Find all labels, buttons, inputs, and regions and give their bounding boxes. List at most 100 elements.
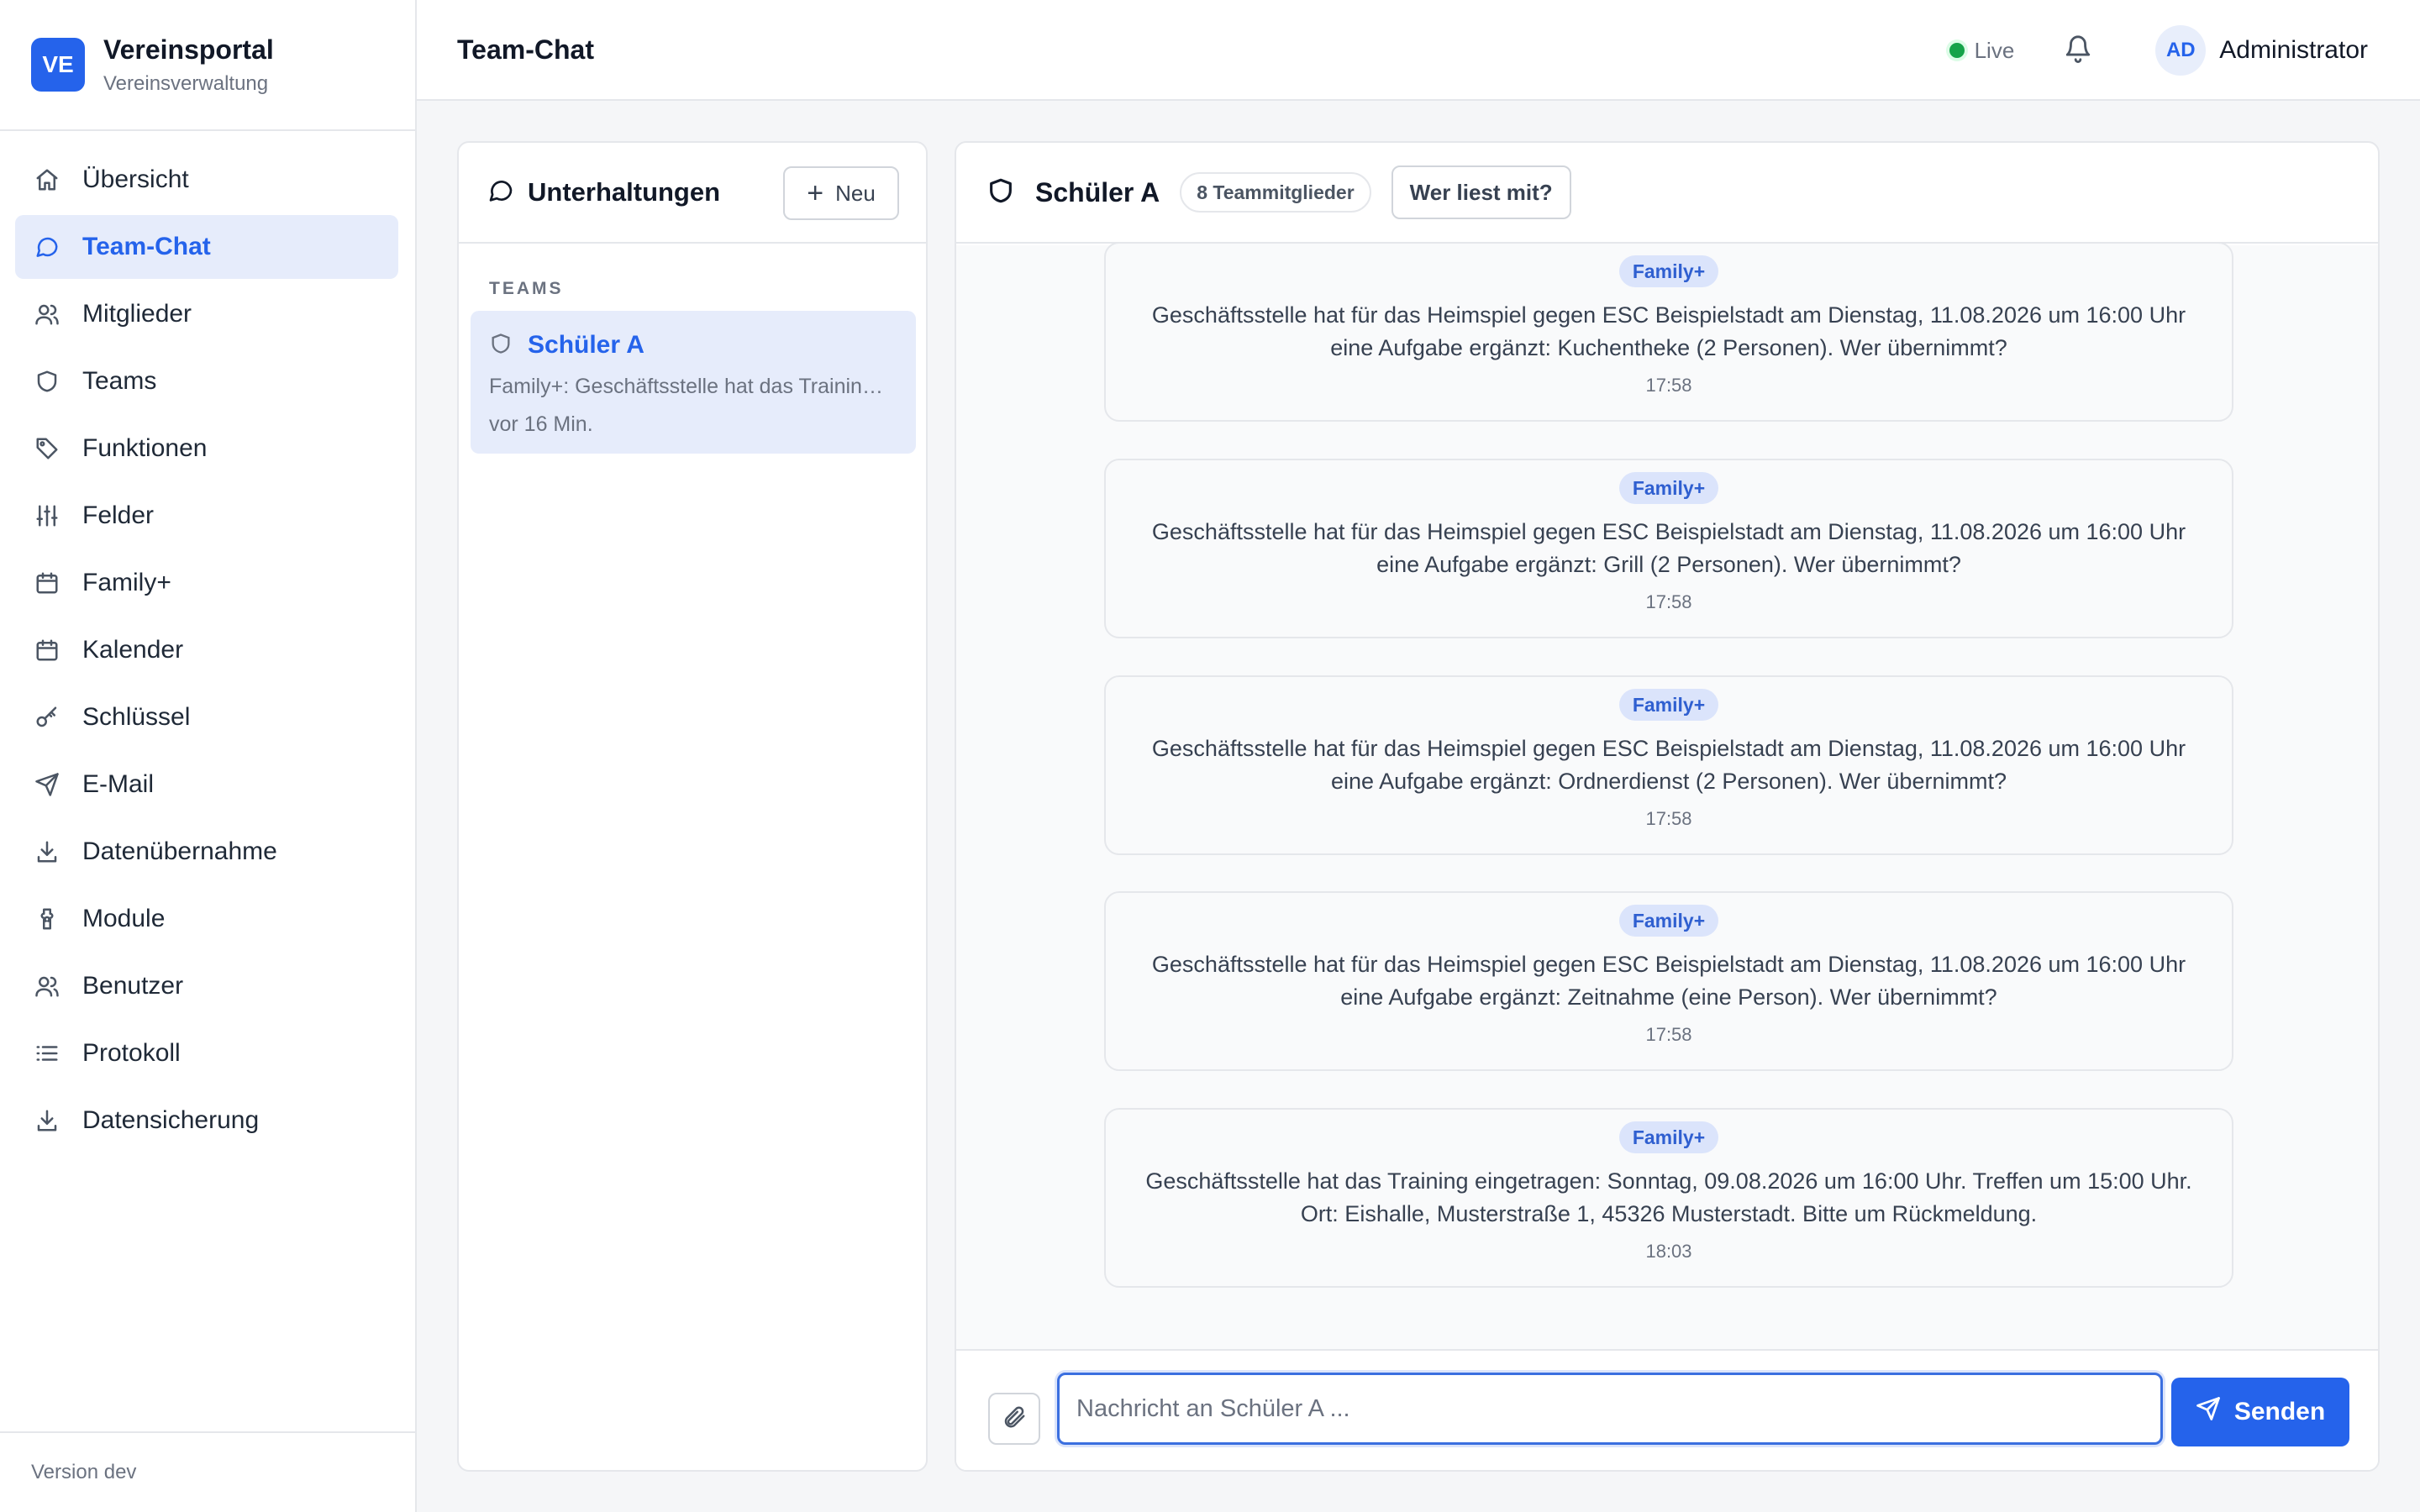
brand-title[interactable]: Vereinsportal <box>103 34 274 66</box>
shield-icon <box>986 176 1015 209</box>
sidebar-item-label: Funktionen <box>82 434 208 462</box>
message-item: Family+ Geschäftsstelle hat für das Heim… <box>1104 891 2233 1071</box>
conversation-item[interactable]: Schüler A Family+: Geschäftsstelle hat d… <box>471 311 916 454</box>
brand: VE Vereinsportal Vereinsverwaltung <box>0 0 415 131</box>
home-icon <box>34 166 60 193</box>
sidebar-item-mitglieder[interactable]: Mitglieder <box>15 282 398 346</box>
sidebar-item-label: Felder <box>82 501 155 529</box>
plus-icon: + <box>807 176 824 209</box>
sidebar-item-datenuebernahme[interactable]: Datenübernahme <box>15 820 398 884</box>
send-icon <box>34 771 60 798</box>
sidebar-item-funktionen[interactable]: Funktionen <box>15 417 398 480</box>
conversation-preview: Family+: Geschäftsstelle hat das Trainin… <box>489 375 892 398</box>
calendar-icon <box>34 637 60 664</box>
sidebar-item-datensicherung[interactable]: Datensicherung <box>15 1089 398 1152</box>
message-time: 17:58 <box>1645 591 1692 612</box>
sidebar-item-label: Übersicht <box>82 165 189 193</box>
message-input[interactable] <box>1057 1373 2163 1445</box>
user-name[interactable]: Administrator <box>2219 36 2368 65</box>
conversations-header: Unterhaltungen + Neu <box>459 143 926 244</box>
page-title: Team-Chat <box>457 34 594 65</box>
download-icon <box>34 838 60 865</box>
sidebar-item-label: Benutzer <box>82 972 184 1000</box>
message-tag: Family+ <box>1618 472 1719 504</box>
message-text: Geschäftsstelle hat das Training eingetr… <box>1145 1168 2192 1226</box>
sidebar-item-e-mail[interactable]: E-Mail <box>15 753 398 816</box>
message-tag: Family+ <box>1618 689 1719 721</box>
chat-panel: Schüler A 8 Teammitglieder Wer liest mit… <box>955 141 2380 1472</box>
message-item: Family+ Geschäftsstelle hat für das Heim… <box>1104 459 2233 638</box>
who-reads-button[interactable]: Wer liest mit? <box>1391 165 1571 219</box>
sidebar-item-kalender[interactable]: Kalender <box>15 618 398 682</box>
sidebar-item-schluessel[interactable]: Schlüssel <box>15 685 398 749</box>
message-list[interactable]: Family+ Geschäftsstelle hat für das Heim… <box>956 242 2378 1470</box>
brand-logo[interactable]: VE <box>31 38 85 92</box>
member-count-badge[interactable]: 8 Teammitglieder <box>1180 172 1371 213</box>
puzzle-icon <box>34 906 60 932</box>
list-icon <box>34 1040 60 1067</box>
sidebar: VE Vereinsportal Vereinsverwaltung Übers… <box>0 0 417 1512</box>
calendar-icon <box>34 570 60 596</box>
sliders-icon <box>34 502 60 529</box>
sidebar-item-label: Schlüssel <box>82 703 191 731</box>
message-time: 18:03 <box>1645 1241 1692 1262</box>
message-time: 17:58 <box>1645 808 1692 829</box>
message-time: 17:58 <box>1645 375 1692 396</box>
sidebar-item-module[interactable]: Module <box>15 887 398 951</box>
send-icon <box>2196 1396 2234 1428</box>
sidebar-item-felder[interactable]: Felder <box>15 484 398 548</box>
new-conversation-label: Neu <box>835 180 876 206</box>
conversations-panel: Unterhaltungen + Neu TEAMS Schüler A Fam… <box>457 141 928 1472</box>
message-text: Geschäftsstelle hat für das Heimspiel ge… <box>1151 736 2186 794</box>
attach-button[interactable] <box>988 1393 1040 1445</box>
paperclip-icon <box>1002 1404 1027 1434</box>
message-text: Geschäftsstelle hat für das Heimspiel ge… <box>1151 519 2186 577</box>
sidebar-item-teams[interactable]: Teams <box>15 349 398 413</box>
message-item: Family+ Geschäftsstelle hat das Training… <box>1104 1108 2233 1288</box>
sidebar-item-family-plus[interactable]: Family+ <box>15 551 398 615</box>
sidebar-item-protokoll[interactable]: Protokoll <box>15 1021 398 1085</box>
message-tag: Family+ <box>1618 255 1719 287</box>
sidebar-item-label: Teams <box>82 367 157 395</box>
send-label: Senden <box>2233 1398 2326 1425</box>
avatar[interactable]: AD <box>2155 25 2207 76</box>
message-item: Family+ Geschäftsstelle hat für das Heim… <box>1104 675 2233 855</box>
sidebar-item-label: Protokoll <box>82 1039 181 1067</box>
topbar: Team-Chat Live AD Administrator <box>417 0 2420 101</box>
send-button[interactable]: Senden <box>2171 1378 2349 1446</box>
sidebar-item-label: Family+ <box>82 569 171 596</box>
shield-icon <box>489 332 513 360</box>
section-label-teams: TEAMS <box>489 279 564 298</box>
conversations-title: Unterhaltungen <box>528 177 721 207</box>
sidebar-nav: Übersicht Team-Chat Mitglieder Teams Fun… <box>0 131 415 1152</box>
live-dot-icon <box>1949 43 1965 58</box>
new-conversation-button[interactable]: + Neu <box>783 166 899 220</box>
users-icon <box>34 301 60 328</box>
chat-icon <box>487 177 514 208</box>
sidebar-item-label: Mitglieder <box>82 300 192 328</box>
key-icon <box>34 704 60 731</box>
message-text: Geschäftsstelle hat für das Heimspiel ge… <box>1151 952 2186 1010</box>
message-time: 17:58 <box>1645 1024 1692 1045</box>
message-tag: Family+ <box>1618 1121 1719 1153</box>
sidebar-item-team-chat[interactable]: Team-Chat <box>15 215 398 279</box>
tag-icon <box>34 435 60 462</box>
sidebar-item-benutzer[interactable]: Benutzer <box>15 954 398 1018</box>
download-icon <box>34 1107 60 1134</box>
version-label: Version dev <box>0 1431 415 1512</box>
sidebar-item-label: Datenübernahme <box>82 837 277 865</box>
chat-icon <box>34 234 60 260</box>
message-tag: Family+ <box>1618 905 1719 937</box>
shield-icon <box>34 368 60 395</box>
sidebar-item-label: Team-Chat <box>82 233 211 260</box>
conversation-time: vor 16 Min. <box>489 412 593 436</box>
brand-subtitle: Vereinsverwaltung <box>103 71 269 95</box>
users-icon <box>34 973 60 1000</box>
chat-title: Schüler A <box>1035 176 1160 207</box>
notifications-button[interactable] <box>2061 34 2095 67</box>
sidebar-item-label: Datensicherung <box>82 1106 260 1134</box>
chat-header: Schüler A 8 Teammitglieder Wer liest mit… <box>956 143 2378 244</box>
sidebar-item-uebersicht[interactable]: Übersicht <box>15 148 398 212</box>
live-status: Live <box>1949 37 2015 64</box>
live-label: Live <box>1974 37 2015 63</box>
